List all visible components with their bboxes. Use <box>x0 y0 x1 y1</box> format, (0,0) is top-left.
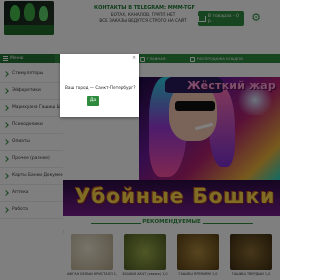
modal-backdrop[interactable] <box>0 0 280 280</box>
city-confirm-modal: × Ваш город — Санкт-Петербург? Да <box>60 54 139 117</box>
confirm-city-button[interactable]: Да <box>87 96 99 106</box>
city-question: Ваш город — Санкт-Петербург? <box>65 85 136 90</box>
close-icon[interactable]: × <box>132 56 136 61</box>
